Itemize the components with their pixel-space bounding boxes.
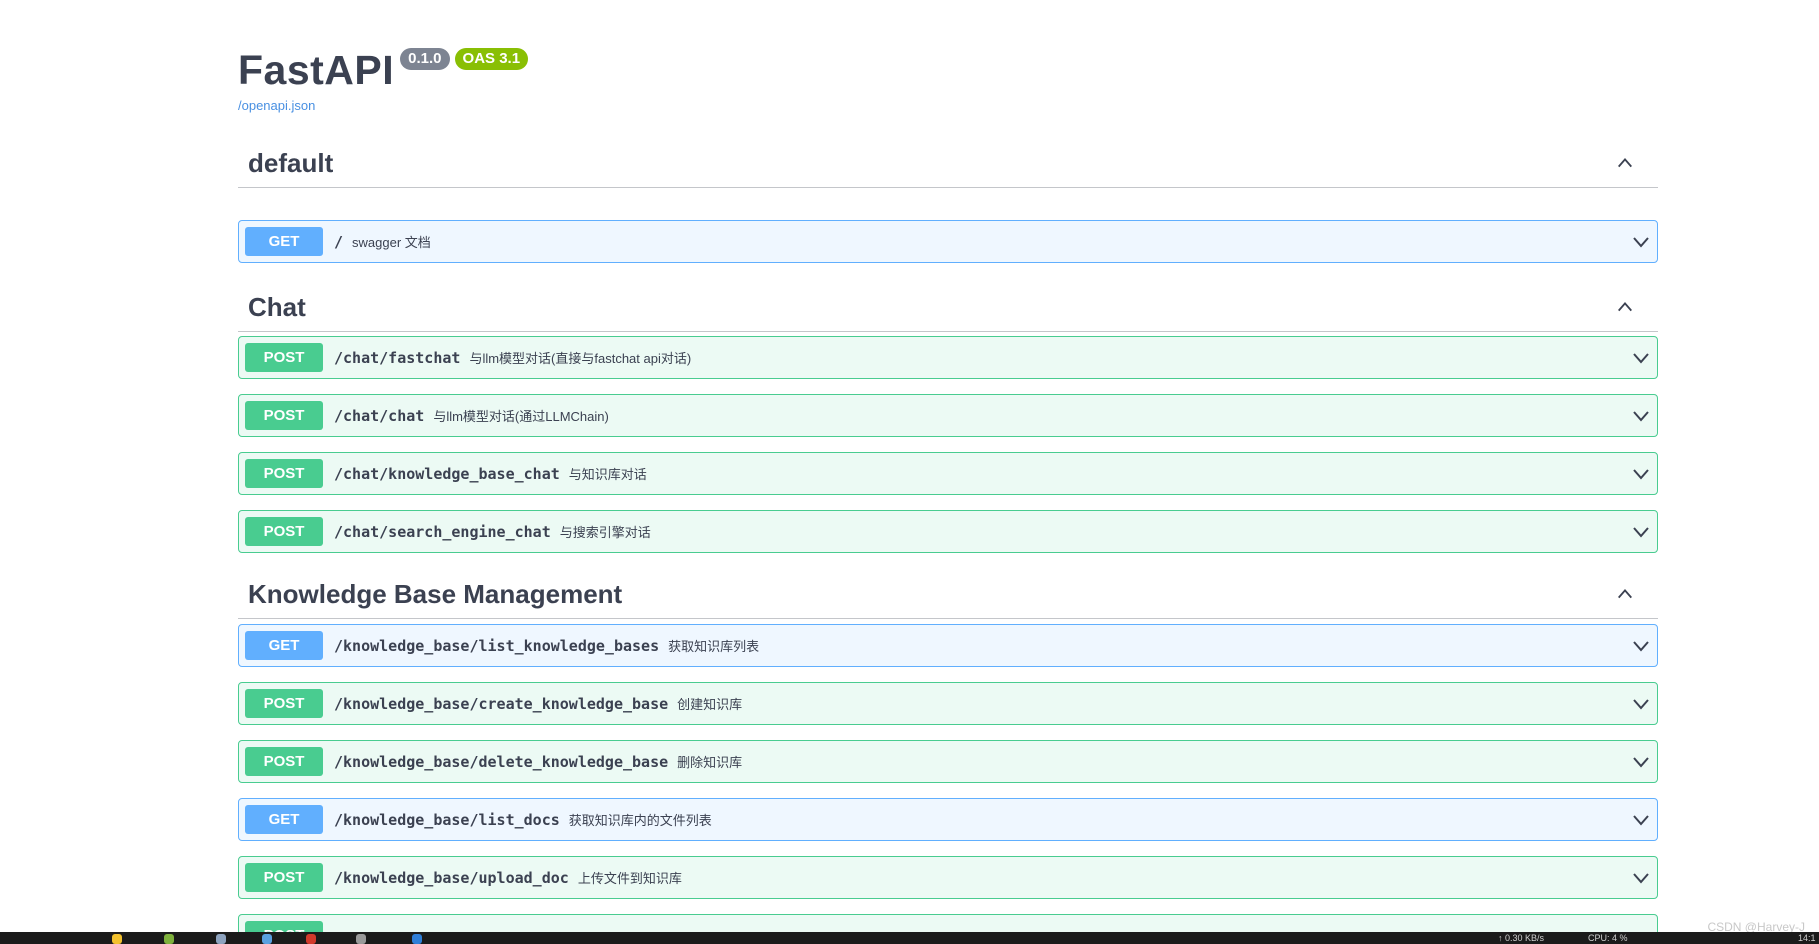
operation-post-chat-chat[interactable]: POST /chat/chat 与llm模型对话(通过LLMChain) [238, 394, 1658, 437]
operation-post-upload-doc[interactable]: POST /knowledge_base/upload_doc 上传文件到知识库 [238, 856, 1658, 899]
tag-knowledge-base-management[interactable]: Knowledge Base Management [238, 570, 1658, 619]
chevron-down-icon[interactable] [1631, 348, 1651, 368]
operation-path: /chat/fastchat [334, 348, 461, 367]
tag-name: Knowledge Base Management [248, 578, 623, 609]
chrome-icon[interactable] [306, 934, 316, 944]
method-badge: POST [245, 459, 323, 488]
operation-path: /chat/search_engine_chat [334, 522, 551, 541]
swagger-ui-page: FastAPI 0.1.0 OAS 3.1 /openapi.json defa… [0, 0, 1819, 944]
operation-summary: 获取知识库内的文件列表 [568, 813, 712, 828]
operation-summary: 与知识库对话 [568, 467, 647, 482]
operation-post-search-engine-chat[interactable]: POST /chat/search_engine_chat 与搜索引擎对话 [238, 510, 1658, 553]
operation-get-list-docs[interactable]: GET /knowledge_base/list_docs 获取知识库内的文件列… [238, 798, 1658, 841]
chevron-down-icon[interactable] [1631, 752, 1651, 772]
operation-summary: swagger 文档 [352, 235, 431, 250]
chevron-down-icon[interactable] [1631, 406, 1651, 426]
openapi-json-link[interactable]: /openapi.json [238, 98, 528, 113]
operation-path: /chat/knowledge_base_chat [334, 464, 560, 483]
chevron-up-icon[interactable] [1616, 585, 1634, 603]
chevron-down-icon[interactable] [1631, 464, 1651, 484]
windows-taskbar: ↑ 0.30 KB/s CPU: 4 % 14:1 [0, 932, 1819, 944]
operation-path: /knowledge_base/list_docs [334, 810, 560, 829]
method-badge: GET [245, 227, 323, 256]
version-badge: 0.1.0 [400, 48, 450, 70]
operation-summary: 获取知识库列表 [668, 639, 760, 654]
taskbar-app-icon[interactable] [262, 934, 272, 944]
method-badge: POST [245, 401, 323, 430]
operation-post-create-knowledge-base[interactable]: POST /knowledge_base/create_knowledge_ba… [238, 682, 1658, 725]
method-badge: GET [245, 631, 323, 660]
tag-default[interactable]: default [238, 139, 1658, 188]
chevron-down-icon[interactable] [1631, 522, 1651, 542]
chevron-down-icon[interactable] [1631, 232, 1651, 252]
chevron-down-icon[interactable] [1631, 636, 1651, 656]
taskbar-app-icon[interactable] [216, 934, 226, 944]
operation-summary: 上传文件到知识库 [577, 871, 682, 886]
operation-summary: 与llm模型对话(通过LLMChain) [433, 409, 609, 424]
operation-path: /chat/chat [334, 406, 425, 425]
method-badge: GET [245, 805, 323, 834]
method-badge: POST [245, 863, 323, 892]
oas-badge: OAS 3.1 [454, 48, 529, 70]
taskbar-app-icon[interactable] [412, 934, 422, 944]
operation-summary: 删除知识库 [677, 755, 743, 770]
tag-name: Chat [248, 291, 306, 322]
operation-post-chat-fastchat[interactable]: POST /chat/fastchat 与llm模型对话(直接与fastchat… [238, 336, 1658, 379]
taskbar-app-icon[interactable] [112, 934, 122, 944]
chevron-up-icon[interactable] [1616, 298, 1634, 316]
operation-post-knowledge-base-chat[interactable]: POST /chat/knowledge_base_chat 与知识库对话 [238, 452, 1658, 495]
operation-get-root[interactable]: GET / swagger 文档 [238, 220, 1658, 263]
cpu-usage: CPU: 4 % [1588, 933, 1628, 943]
chevron-up-icon[interactable] [1616, 154, 1634, 172]
taskbar-app-icon[interactable] [164, 934, 174, 944]
operation-path: / [334, 232, 344, 251]
operation-summary: 与llm模型对话(直接与fastchat api对话) [469, 351, 692, 366]
operation-path: /knowledge_base/create_knowledge_base [334, 694, 669, 713]
method-badge: POST [245, 689, 323, 718]
chevron-down-icon[interactable] [1631, 810, 1651, 830]
clock: 14:1 [1798, 933, 1816, 943]
tag-chat[interactable]: Chat [238, 283, 1658, 332]
title-row: FastAPI 0.1.0 OAS 3.1 [238, 46, 529, 94]
operation-get-list-knowledge-bases[interactable]: GET /knowledge_base/list_knowledge_bases… [238, 624, 1658, 667]
network-speed: ↑ 0.30 KB/s [1498, 933, 1545, 943]
api-title: FastAPI [238, 47, 395, 93]
operation-path: /knowledge_base/delete_knowledge_base [334, 752, 669, 771]
method-badge: POST [245, 747, 323, 776]
taskbar-app-icon[interactable] [356, 934, 366, 944]
method-badge: POST [245, 343, 323, 372]
chevron-down-icon[interactable] [1631, 694, 1651, 714]
operation-post-delete-knowledge-base[interactable]: POST /knowledge_base/delete_knowledge_ba… [238, 740, 1658, 783]
tag-name: default [248, 147, 334, 178]
chevron-down-icon[interactable] [1631, 868, 1651, 888]
operation-summary: 创建知识库 [677, 697, 743, 712]
operation-summary: 与搜索引擎对话 [559, 525, 651, 540]
method-badge: POST [245, 517, 323, 546]
operation-path: /knowledge_base/upload_doc [334, 868, 569, 887]
operation-path: /knowledge_base/list_knowledge_bases [334, 636, 660, 655]
api-info: FastAPI 0.1.0 OAS 3.1 /openapi.json [238, 46, 529, 113]
